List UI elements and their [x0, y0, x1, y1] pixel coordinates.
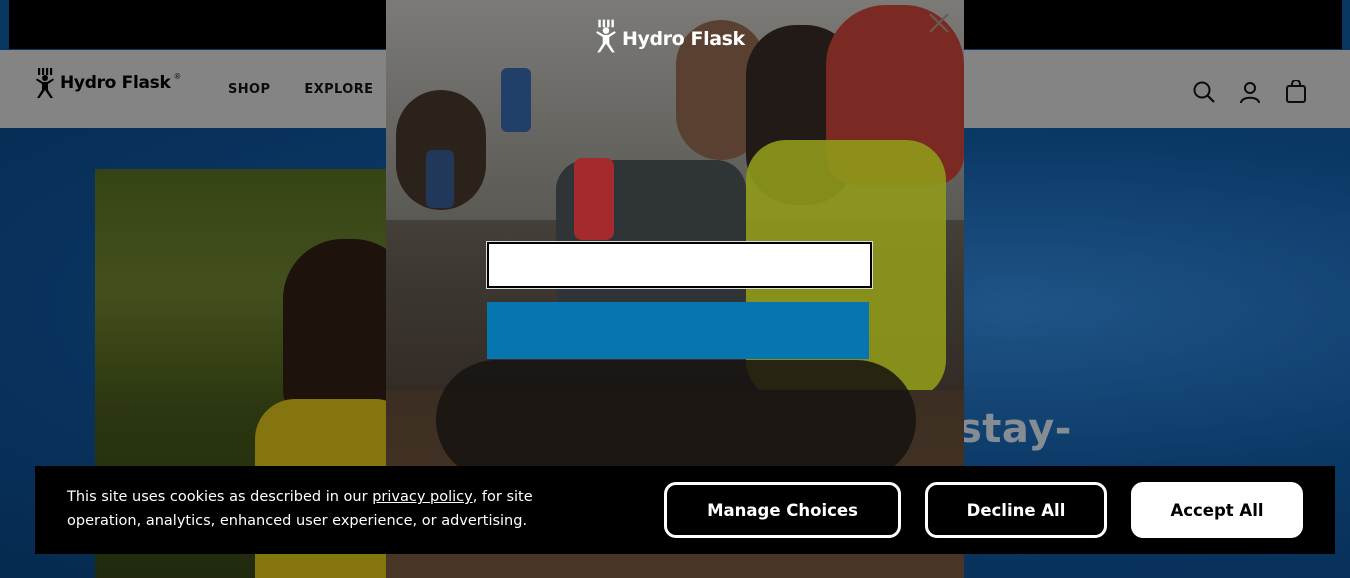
hydro-flask-logo-icon: [594, 19, 618, 58]
modal-logo-text: Hydro Flask: [622, 27, 745, 50]
manage-choices-button[interactable]: Manage Choices: [664, 482, 901, 538]
signup-submit-button[interactable]: [487, 302, 869, 359]
email-input[interactable]: [486, 241, 873, 289]
cookie-banner: This site uses cookies as described in o…: [35, 466, 1335, 554]
decline-all-button[interactable]: Decline All: [925, 482, 1107, 538]
accept-all-button[interactable]: Accept All: [1131, 482, 1303, 538]
close-icon[interactable]: [926, 10, 952, 36]
modal-logo: Hydro Flask: [594, 19, 745, 58]
privacy-policy-link[interactable]: privacy policy: [372, 489, 473, 505]
cookie-message: This site uses cookies as described in o…: [67, 489, 533, 529]
